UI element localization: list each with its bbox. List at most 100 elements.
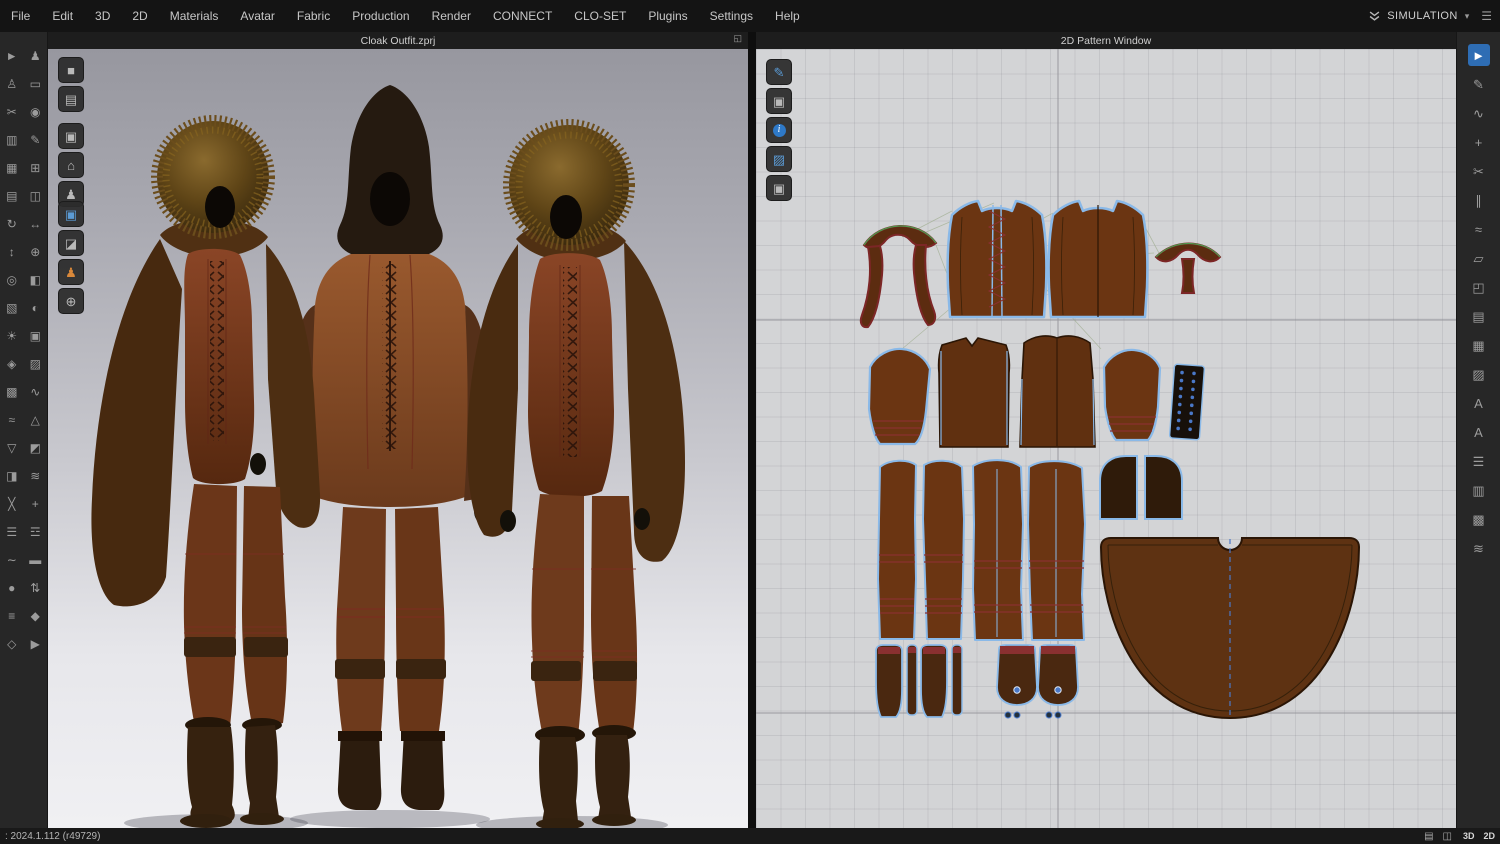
fabric-tool-icon[interactable]: ▨ bbox=[26, 354, 45, 373]
pattern-piece-cloak[interactable] bbox=[1099, 537, 1361, 720]
notch-tool-icon[interactable]: ▽ bbox=[2, 438, 21, 457]
simulation-control[interactable]: SIMULATION ▾ bbox=[1369, 10, 1469, 22]
menu-2d[interactable]: 2D bbox=[121, 0, 158, 32]
pattern-piece-bodice-front[interactable] bbox=[1019, 335, 1096, 448]
pose-tool-icon[interactable]: ♙ bbox=[2, 74, 21, 93]
sewing-tool-icon[interactable]: ∿ bbox=[26, 382, 45, 401]
menu-render[interactable]: Render bbox=[421, 0, 482, 32]
ruler-tool-icon[interactable]: ▥ bbox=[2, 130, 21, 149]
baseline-tool-icon[interactable]: ☰ bbox=[1468, 450, 1490, 472]
belt-tool-icon[interactable]: ▬ bbox=[26, 550, 45, 569]
internal-polygon-icon[interactable]: ▱ bbox=[1468, 247, 1490, 269]
button-tool-icon[interactable]: ● bbox=[2, 578, 21, 597]
menu-settings[interactable]: Settings bbox=[699, 0, 764, 32]
pleat-tool-icon[interactable]: ☰ bbox=[2, 522, 21, 541]
wireframe-toggle-icon[interactable]: ▧ bbox=[2, 298, 21, 317]
pattern-piece-boot-cuffs[interactable] bbox=[996, 644, 1079, 719]
avatar-left[interactable] bbox=[91, 115, 321, 828]
flip-tool-icon[interactable]: ◨ bbox=[2, 466, 21, 485]
avatar-center[interactable] bbox=[288, 85, 492, 810]
pane-layout-icon[interactable]: ▤ bbox=[1424, 831, 1435, 842]
show-base-pattern-icon[interactable]: ▣ bbox=[766, 175, 792, 201]
arrangement-icon[interactable]: ⌂ bbox=[58, 152, 84, 178]
tape-measure-icon[interactable]: ▭ bbox=[26, 74, 45, 93]
camera-tool-icon[interactable]: ▣ bbox=[26, 326, 45, 345]
pattern-tool-icon[interactable]: ▩ bbox=[2, 382, 21, 401]
menu-help[interactable]: Help bbox=[764, 0, 811, 32]
menu-edit[interactable]: Edit bbox=[41, 0, 84, 32]
show-garment-2d-icon[interactable]: ▣ bbox=[766, 88, 792, 114]
pattern-info-icon[interactable]: i bbox=[766, 117, 792, 143]
pattern-piece-sleeve-right[interactable] bbox=[1102, 348, 1162, 442]
pattern-2d-canvas[interactable]: ✎ ▣ i ▨ ▣ bbox=[756, 49, 1456, 828]
pattern-piece-hood[interactable] bbox=[1099, 455, 1183, 520]
edit-pattern-icon[interactable]: ✎ bbox=[1468, 73, 1490, 95]
grid-tool-icon[interactable]: ▦ bbox=[2, 158, 21, 177]
menu-fabric[interactable]: Fabric bbox=[286, 0, 341, 32]
add-point-icon[interactable]: + bbox=[1468, 131, 1490, 153]
menu-avatar[interactable]: Avatar bbox=[229, 0, 285, 32]
undock-window-icon[interactable]: ◱ bbox=[733, 34, 742, 43]
menu-3d[interactable]: 3D bbox=[84, 0, 121, 32]
jacket-display-icon[interactable]: ◪ bbox=[58, 230, 84, 256]
text-tool-icon[interactable]: A bbox=[1468, 392, 1490, 414]
steam-tool-icon[interactable]: ≡ bbox=[2, 606, 21, 625]
split-view-icon[interactable]: ◫ bbox=[1443, 831, 1454, 842]
fold-tool-icon[interactable]: ◩ bbox=[26, 438, 45, 457]
export-tool-icon[interactable]: ▶ bbox=[26, 634, 45, 653]
menu-materials[interactable]: Materials bbox=[159, 0, 230, 32]
solidify-tool-icon[interactable]: ◆ bbox=[26, 606, 45, 625]
menu-file[interactable]: File bbox=[0, 0, 41, 32]
avatar-right[interactable] bbox=[467, 119, 686, 828]
dart-tool-icon[interactable]: △ bbox=[26, 410, 45, 429]
seam-tool-icon[interactable]: ≈ bbox=[2, 410, 21, 429]
badge-3d[interactable]: 3D bbox=[1461, 831, 1475, 841]
gather-tool-icon[interactable]: ☲ bbox=[26, 522, 45, 541]
simulation-caret-icon[interactable]: ▾ bbox=[1465, 11, 1470, 22]
elastic-tool-icon[interactable]: ∼ bbox=[2, 550, 21, 569]
pattern-piece-collar-left[interactable] bbox=[859, 225, 938, 329]
segment-sewing-icon[interactable]: ∥ bbox=[1468, 189, 1490, 211]
fabric-swatch-icon[interactable]: ▨ bbox=[1468, 363, 1490, 385]
panel-menu-icon[interactable]: ☰ bbox=[1481, 9, 1492, 23]
menu-plugins[interactable]: Plugins bbox=[637, 0, 698, 32]
monogram-tool-icon[interactable]: A bbox=[1468, 421, 1490, 443]
render-tool-icon[interactable]: ◈ bbox=[2, 354, 21, 373]
steam-2d-icon[interactable]: ≋ bbox=[1468, 537, 1490, 559]
badge-2d[interactable]: 2D bbox=[1481, 831, 1495, 841]
avatar-pose-icon[interactable]: ♟ bbox=[58, 259, 84, 285]
scale-tool-icon[interactable]: ↕ bbox=[2, 242, 21, 261]
pattern-piece-sleeve-left[interactable] bbox=[867, 347, 932, 446]
trim-tool-icon[interactable]: ╳ bbox=[2, 494, 21, 513]
layers-tool-icon[interactable]: ▤ bbox=[2, 186, 21, 205]
avatar-show-icon[interactable]: ♟ bbox=[26, 46, 45, 65]
show-garment-icon[interactable]: ▣ bbox=[58, 123, 84, 149]
trace-tool-icon[interactable]: ◰ bbox=[1468, 276, 1490, 298]
move-tool-icon[interactable]: ↔ bbox=[26, 214, 45, 233]
globe-environment-icon[interactable]: ⊕ bbox=[58, 288, 84, 314]
grading-tool-icon[interactable]: ▤ bbox=[1468, 305, 1490, 327]
pattern-piece-collar-right[interactable] bbox=[1154, 242, 1222, 294]
orbit-tool-icon[interactable]: ◎ bbox=[2, 270, 21, 289]
pattern-piece-bodice-back[interactable] bbox=[937, 337, 1011, 448]
fabric-view-icon[interactable]: ▨ bbox=[766, 146, 792, 172]
zoom-tool-icon[interactable]: ⊕ bbox=[26, 242, 45, 261]
shading-toggle-icon[interactable]: ◐ bbox=[26, 298, 45, 317]
free-sewing-icon[interactable]: ≈ bbox=[1468, 218, 1490, 240]
pattern-piece-lacing-strip[interactable] bbox=[1168, 363, 1206, 441]
tack-tool-icon[interactable]: + bbox=[26, 494, 45, 513]
cut-sew-icon[interactable]: ✂ bbox=[1468, 160, 1490, 182]
mirror-tool-icon[interactable]: ◫ bbox=[26, 186, 45, 205]
box-select-icon[interactable]: ⊞ bbox=[26, 158, 45, 177]
rotate-tool-icon[interactable]: ↻ bbox=[2, 214, 21, 233]
show-grid-icon[interactable]: ▩ bbox=[1468, 508, 1490, 530]
transform-pattern-icon[interactable]: ► bbox=[1467, 44, 1490, 66]
pattern-piece-pant-legs[interactable] bbox=[877, 459, 1086, 641]
pattern-piece-boots[interactable] bbox=[875, 644, 963, 718]
section-tool-icon[interactable]: ◧ bbox=[26, 270, 45, 289]
viewport-3d-canvas[interactable]: ■ ▤ ▣ ⌂ ♟ ▣ ◪ ♟ ⊕ bbox=[48, 49, 748, 828]
menu-clo-set[interactable]: CLO-SET bbox=[563, 0, 637, 32]
menu-production[interactable]: Production bbox=[341, 0, 420, 32]
ruler-2d-icon[interactable]: ▥ bbox=[1468, 479, 1490, 501]
pattern-piece-vest-front-open[interactable] bbox=[946, 199, 1048, 319]
